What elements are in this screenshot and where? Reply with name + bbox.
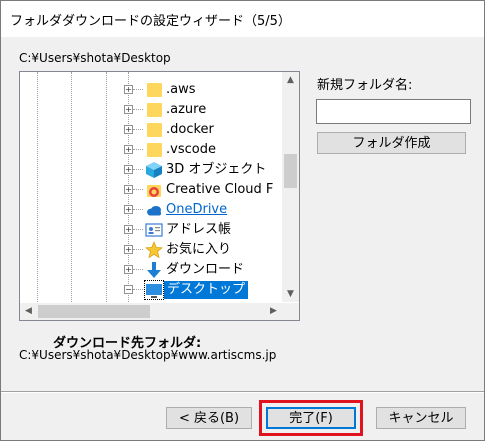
3d-objects-icon	[146, 162, 162, 178]
tree-guide-line	[106, 72, 107, 302]
expand-icon[interactable]: +	[124, 225, 133, 234]
desktop-icon	[144, 280, 164, 300]
footer-divider-highlight	[1, 392, 484, 393]
scroll-up-icon[interactable]: ▲	[282, 75, 299, 85]
expand-icon[interactable]: +	[124, 185, 133, 194]
destination-path: C:¥Users¥shota¥Desktop¥www.artiscms.jp	[19, 348, 277, 362]
expand-icon[interactable]: +	[124, 105, 133, 114]
tree-item-downloads[interactable]: + ダウンロード	[124, 260, 289, 280]
scroll-right-icon[interactable]: ▶	[265, 306, 282, 316]
folder-tree[interactable]: + .aws + .azure + .docker + .vscode + 3D…	[19, 71, 300, 321]
current-path: C:¥Users¥shota¥Desktop	[19, 51, 171, 65]
folder-icon	[147, 103, 162, 117]
favorites-star-icon	[145, 241, 163, 259]
scroll-left-icon[interactable]: ◀	[20, 306, 37, 316]
expand-icon[interactable]: +	[124, 205, 133, 214]
tree-item-azure[interactable]: + .azure	[124, 100, 289, 120]
tree-item-favorites[interactable]: + お気に入り	[124, 240, 289, 260]
expand-icon[interactable]: +	[124, 85, 133, 94]
expand-icon[interactable]: +	[124, 125, 133, 134]
expand-icon[interactable]: +	[124, 165, 133, 174]
expand-icon[interactable]: +	[124, 265, 133, 274]
title-bar: フォルダダウンロードの設定ウィザード（5/5）	[1, 1, 484, 37]
tree-item-aws[interactable]: + .aws	[124, 80, 289, 100]
window-title: フォルダダウンロードの設定ウィザード（5/5）	[10, 14, 291, 29]
folder-icon	[147, 143, 162, 157]
highlight-box	[259, 400, 363, 436]
contacts-icon	[145, 223, 163, 237]
folder-icon	[147, 123, 162, 137]
wizard-window: フォルダダウンロードの設定ウィザード（5/5） C:¥Users¥shota¥D…	[0, 0, 485, 441]
folder-icon	[147, 83, 162, 97]
tree-item-vscode[interactable]: + .vscode	[124, 140, 289, 160]
new-folder-label: 新規フォルダ名:	[317, 78, 413, 93]
scrollbar-corner	[282, 303, 299, 320]
collapse-icon[interactable]: −	[124, 285, 133, 294]
scroll-down-icon[interactable]: ▼	[282, 289, 299, 299]
expand-icon[interactable]: +	[124, 145, 133, 154]
tree-horizontal-scrollbar[interactable]: ◀ ▶	[20, 303, 282, 320]
back-button[interactable]: < 戻る(B)	[166, 407, 252, 429]
tree-item-desktop[interactable]: − デスクトップ	[124, 280, 289, 300]
download-arrow-icon	[147, 262, 161, 278]
tree-item-creative-cloud[interactable]: + Creative Cloud F	[124, 180, 289, 200]
cancel-button[interactable]: キャンセル	[376, 407, 466, 429]
tree-item-onedrive[interactable]: + OneDrive	[124, 200, 289, 220]
onedrive-cloud-icon	[147, 206, 161, 216]
creative-cloud-icon	[147, 185, 161, 197]
tree-item-3d-objects[interactable]: + 3D オブジェクト	[124, 160, 289, 180]
tree-item-docker[interactable]: + .docker	[124, 120, 289, 140]
tree-guide-line	[71, 72, 72, 302]
expand-icon[interactable]: +	[124, 245, 133, 254]
horizontal-scroll-thumb[interactable]	[38, 305, 150, 318]
vertical-scroll-thumb[interactable]	[284, 154, 297, 188]
create-folder-button[interactable]: フォルダ作成	[317, 132, 466, 154]
tree-item-contacts[interactable]: + アドレス帳	[124, 220, 289, 240]
new-folder-name-input[interactable]	[316, 99, 471, 124]
tree-guide-line	[37, 72, 38, 302]
tree-vertical-scrollbar[interactable]: ▲ ▼	[282, 72, 299, 302]
